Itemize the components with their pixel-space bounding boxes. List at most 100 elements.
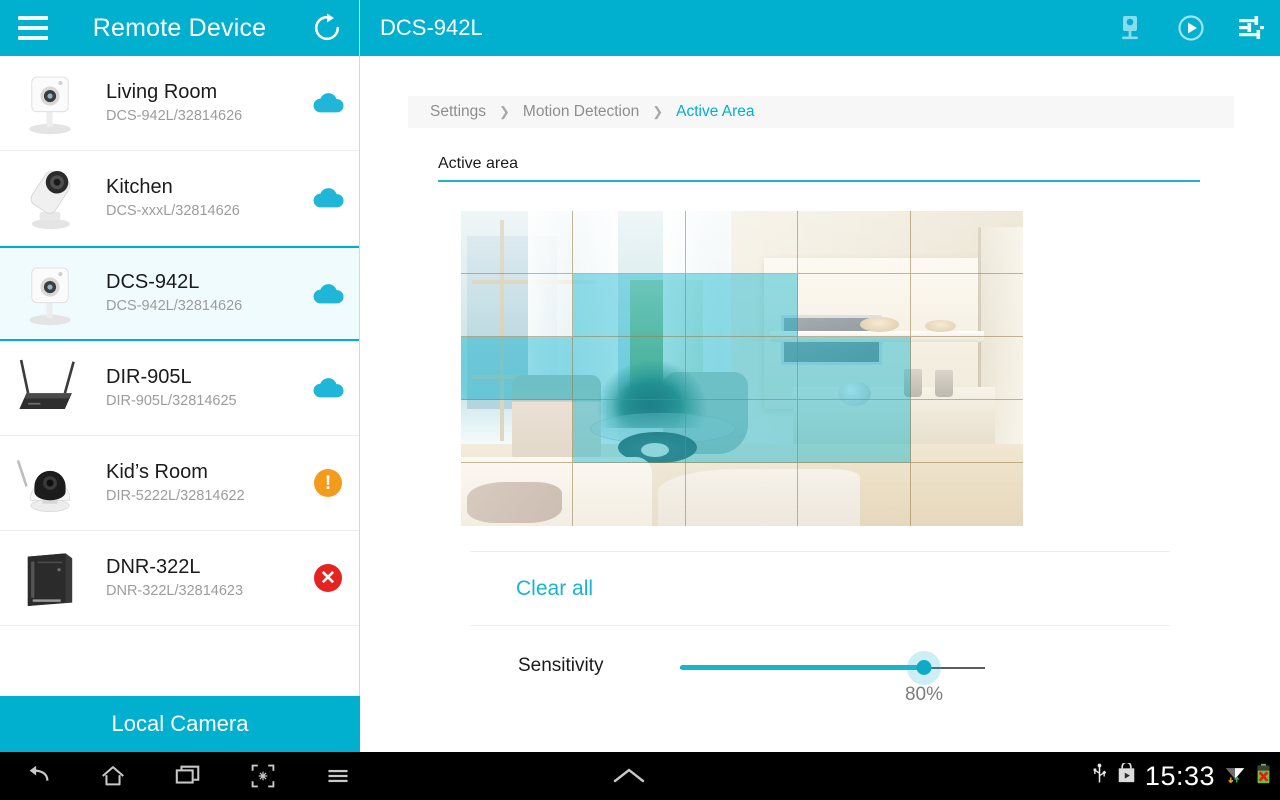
active-area-grid[interactable]	[461, 211, 1023, 526]
breadcrumb-item[interactable]: Settings	[430, 103, 486, 121]
active-area-cell[interactable]	[573, 337, 686, 400]
active-area-cell[interactable]	[798, 274, 911, 337]
device-sidebar: Remote Device Living Room DCS-942L/328146…	[0, 0, 360, 752]
active-area-cell[interactable]	[573, 463, 686, 526]
breadcrumb: Settings ❯ Motion Detection ❯ Active Area	[408, 96, 1234, 128]
cloud-icon	[297, 282, 359, 306]
device-list-item[interactable]: Living Room DCS-942L/32814626	[0, 56, 359, 151]
active-area-cell[interactable]	[798, 211, 911, 274]
screenshot-icon[interactable]	[225, 752, 300, 800]
camera-cube-icon	[0, 60, 100, 146]
device-list-item[interactable]: Kitchen DCS-xxxL/32814626	[0, 151, 359, 246]
device-name: Living Room	[106, 80, 218, 103]
wifi-icon	[1224, 763, 1246, 790]
device-text: DNR-322L DNR-322L/32814623	[100, 555, 297, 602]
breadcrumb-item[interactable]: Active Area	[676, 103, 754, 121]
device-name: DNR-322L	[106, 555, 201, 578]
active-area-cell[interactable]	[798, 463, 911, 526]
usb-icon	[1091, 763, 1108, 790]
active-area-cell[interactable]	[461, 463, 574, 526]
device-model: DCS-942L/32814626	[106, 298, 243, 314]
device-model: DCS-942L/32814626	[106, 107, 243, 124]
device-model: DIR-5222L/32814622	[106, 487, 245, 504]
slider-fill	[680, 665, 924, 670]
sensitivity-value: 80%	[904, 684, 944, 705]
router-icon	[0, 345, 100, 431]
local-camera-label: Local Camera	[111, 711, 249, 736]
breadcrumb-item[interactable]: Motion Detection	[523, 103, 639, 121]
chevron-up-icon[interactable]	[612, 752, 646, 800]
active-area-cell[interactable]	[798, 400, 911, 463]
play-store-icon	[1117, 761, 1136, 789]
camera-ptz-icon	[0, 440, 100, 526]
breadcrumb-separator-icon: ❯	[499, 104, 510, 119]
active-area-cell[interactable]	[910, 274, 1023, 337]
active-area-cell[interactable]	[686, 463, 799, 526]
camera-bullet-icon	[0, 155, 100, 241]
main-header: DCS-942L	[360, 0, 1280, 56]
active-area-cell[interactable]	[910, 400, 1023, 463]
device-model: DCS-xxxL/32814626	[106, 202, 240, 219]
active-area-cell[interactable]	[685, 337, 799, 400]
active-area-cell[interactable]	[573, 400, 686, 463]
cloud-icon	[297, 376, 359, 400]
device-text: Kitchen DCS-xxxL/32814626	[100, 175, 297, 222]
nvr-icon	[0, 535, 100, 621]
android-navbar: 15:33	[0, 752, 1280, 800]
device-list-item[interactable]: DNR-322L DNR-322L/32814623 ✕	[0, 531, 359, 626]
menu-icon[interactable]	[300, 752, 375, 800]
refresh-icon[interactable]	[311, 12, 343, 44]
device-name: Kid’s Room	[106, 460, 208, 483]
active-area-cell[interactable]	[461, 211, 574, 274]
active-area-cell[interactable]	[461, 400, 574, 463]
active-area-cell[interactable]	[461, 337, 574, 400]
camera-cube-icon	[0, 251, 100, 337]
status-badge: ✕	[314, 564, 342, 592]
active-area-cell[interactable]	[685, 211, 799, 274]
device-list-item[interactable]: Kid’s Room DIR-5222L/32814622!	[0, 436, 359, 531]
active-area-cell[interactable]	[910, 211, 1023, 274]
active-area-cell[interactable]	[573, 274, 686, 337]
settings-sliders-icon[interactable]	[1236, 13, 1266, 43]
status-badge: !	[314, 469, 342, 497]
cloud-icon	[297, 186, 359, 210]
clear-all-link[interactable]: Clear all	[516, 577, 593, 601]
active-area-cell[interactable]	[685, 400, 799, 463]
active-area-cell[interactable]	[685, 274, 799, 337]
cloud-icon	[297, 91, 359, 115]
live-view-icon[interactable]	[1116, 13, 1146, 43]
device-list-item[interactable]: DIR-905L DIR-905L/32814625	[0, 341, 359, 436]
active-area-cell[interactable]	[911, 463, 1023, 526]
device-text: DIR-905L DIR-905L/32814625	[100, 365, 297, 412]
section-title: Active area	[438, 155, 1200, 182]
warning-badge-icon: !	[297, 469, 359, 497]
device-model: DIR-905L/32814625	[106, 392, 237, 409]
page-title: DCS-942L	[380, 15, 483, 40]
sidebar-header: Remote Device	[0, 0, 359, 56]
active-area-cell[interactable]	[573, 211, 686, 274]
active-area-cell[interactable]	[798, 337, 911, 400]
device-name: Kitchen	[106, 175, 173, 198]
app-root: Remote Device Living Room DCS-942L/328146…	[0, 0, 1280, 800]
slider-thumb[interactable]	[916, 660, 932, 675]
home-icon[interactable]	[75, 752, 150, 800]
recents-icon[interactable]	[150, 752, 225, 800]
device-text: Kid’s Room DIR-5222L/32814622	[100, 460, 297, 507]
hamburger-icon[interactable]	[18, 16, 48, 40]
local-camera-button[interactable]: Local Camera	[0, 696, 360, 752]
device-model: DNR-322L/32814623	[106, 582, 244, 599]
device-list-item[interactable]: DCS-942L DCS-942L/32814626	[0, 246, 359, 341]
status-tray: 15:33	[1091, 752, 1272, 800]
device-name: DCS-942L	[106, 271, 200, 293]
battery-error-icon	[1255, 763, 1272, 790]
active-area-cell[interactable]	[461, 274, 574, 337]
breadcrumb-separator-icon: ❯	[652, 104, 664, 119]
active-area-cell[interactable]	[910, 337, 1023, 400]
device-text: DCS-942L DCS-942L/32814626	[100, 270, 297, 317]
clock: 15:33	[1144, 760, 1215, 791]
back-icon[interactable]	[0, 752, 75, 800]
sensitivity-slider[interactable]	[680, 651, 985, 685]
sidebar-title: Remote Device	[92, 13, 267, 42]
play-icon[interactable]	[1176, 13, 1206, 43]
device-list: Living Room DCS-942L/32814626 Kitchen DCS-x…	[0, 56, 359, 696]
